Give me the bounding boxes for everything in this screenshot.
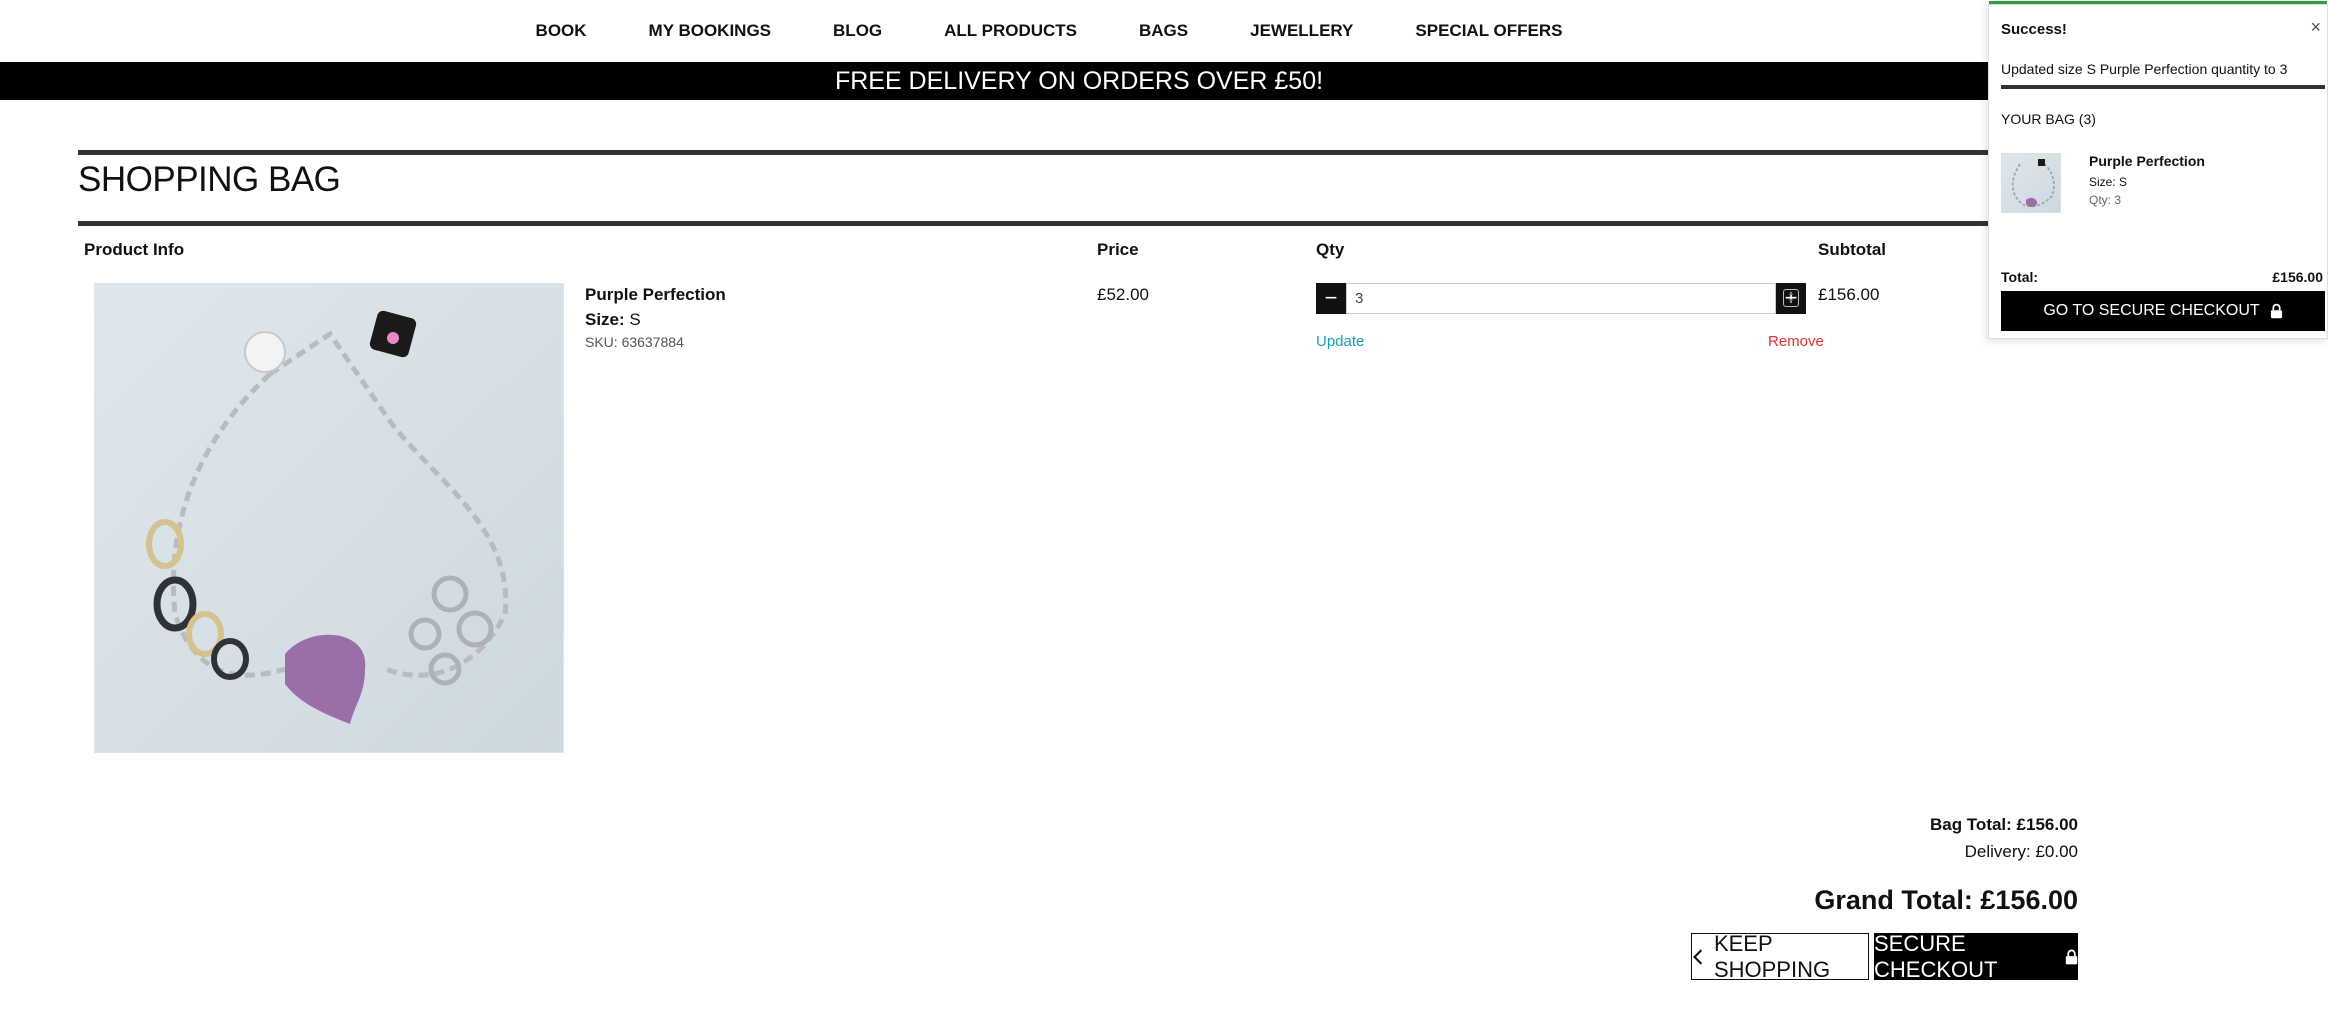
nav-item-special-offers[interactable]: SPECIAL OFFERS	[1384, 21, 1593, 41]
top-navigation: BOOK MY BOOKINGS BLOG ALL PRODUCTS BAGS …	[0, 0, 2328, 62]
go-to-secure-checkout-label: GO TO SECURE CHECKOUT	[2043, 302, 2260, 319]
mini-bag-popup: Success! × Updated size S Purple Perfect…	[1988, 1, 2328, 339]
bracelet-thumbnail-illustration	[2011, 159, 2055, 208]
header-subtotal: Subtotal	[1818, 240, 1886, 259]
popup-item-qty: Qty: 3	[2089, 193, 2122, 207]
popup-total-value: £156.00	[2272, 269, 2323, 285]
popup-item-name[interactable]: Purple Perfection	[2089, 153, 2205, 169]
product-price: £52.00	[1097, 285, 1149, 304]
qty-input[interactable]	[1346, 283, 1776, 314]
close-icon[interactable]: ×	[2310, 17, 2321, 38]
go-to-secure-checkout-button[interactable]: GO TO SECURE CHECKOUT	[2001, 291, 2325, 331]
nav-item-blog[interactable]: BLOG	[802, 21, 913, 41]
popup-message: Updated size S Purple Perfection quantit…	[2001, 61, 2288, 77]
keep-shopping-label: KEEP SHOPPING	[1713, 930, 1831, 982]
qty-decrease-button[interactable]: −	[1316, 283, 1346, 314]
nav-item-bags[interactable]: BAGS	[1108, 21, 1219, 41]
popup-item-size: Size: S	[2089, 175, 2128, 189]
product-size: Size: S	[585, 310, 641, 330]
chevron-left-icon	[1693, 948, 1703, 965]
popup-total-label: Total:	[2001, 269, 2039, 285]
nav-item-book[interactable]: BOOK	[505, 21, 618, 41]
grand-total: Grand Total: £156.00	[1814, 885, 2078, 915]
product-name[interactable]: Purple Perfection	[585, 285, 726, 305]
qty-spinner-icon[interactable]: ▲ ▼	[1783, 289, 1799, 307]
remove-link[interactable]: Remove	[1768, 333, 1824, 350]
secure-checkout-button[interactable]: SECURE CHECKOUT	[1874, 930, 2078, 982]
product-sku: SKU: 63637884	[585, 334, 684, 350]
popup-title: Success!	[2001, 21, 2067, 38]
popup-item-thumbnail[interactable]	[2001, 153, 2061, 213]
nav-item-jewellery[interactable]: JEWELLERY	[1219, 21, 1384, 41]
lock-icon	[2270, 303, 2282, 319]
success-indicator-bar	[1989, 1, 2327, 4]
divider	[78, 221, 2078, 226]
promo-banner: FREE DELIVERY ON ORDERS OVER £50!	[0, 62, 2328, 100]
header-product-info: Product Info	[84, 240, 185, 259]
delivery-total: Delivery: £0.00	[1964, 842, 2078, 861]
secure-checkout-label: SECURE CHECKOUT	[1874, 930, 1998, 982]
product-size-value: S	[629, 310, 641, 329]
update-link[interactable]: Update	[1316, 333, 1364, 350]
qty-input-wrapper: ▲▼	[1346, 283, 1799, 314]
header-qty: Qty	[1316, 240, 1345, 259]
product-subtotal: £156.00	[1818, 285, 1880, 304]
divider	[78, 150, 2078, 155]
bracelet-illustration	[146, 310, 509, 724]
keep-shopping-button[interactable]: KEEP SHOPPING	[1691, 930, 1869, 982]
quantity-stepper: − ▲▼ +	[1316, 283, 1806, 314]
popup-divider	[2001, 85, 2325, 89]
product-image[interactable]	[94, 283, 564, 753]
bag-total: Bag Total: £156.00	[1929, 815, 2078, 834]
popup-bag-count: YOUR BAG (3)	[2001, 111, 2096, 127]
lock-icon	[2065, 949, 2078, 964]
page-title: SHOPPING BAG	[78, 160, 341, 199]
header-price: Price	[1097, 240, 1139, 259]
nav-item-all-products[interactable]: ALL PRODUCTS	[913, 21, 1108, 41]
product-size-label: Size:	[585, 310, 625, 329]
nav-item-my-bookings[interactable]: MY BOOKINGS	[618, 21, 802, 41]
